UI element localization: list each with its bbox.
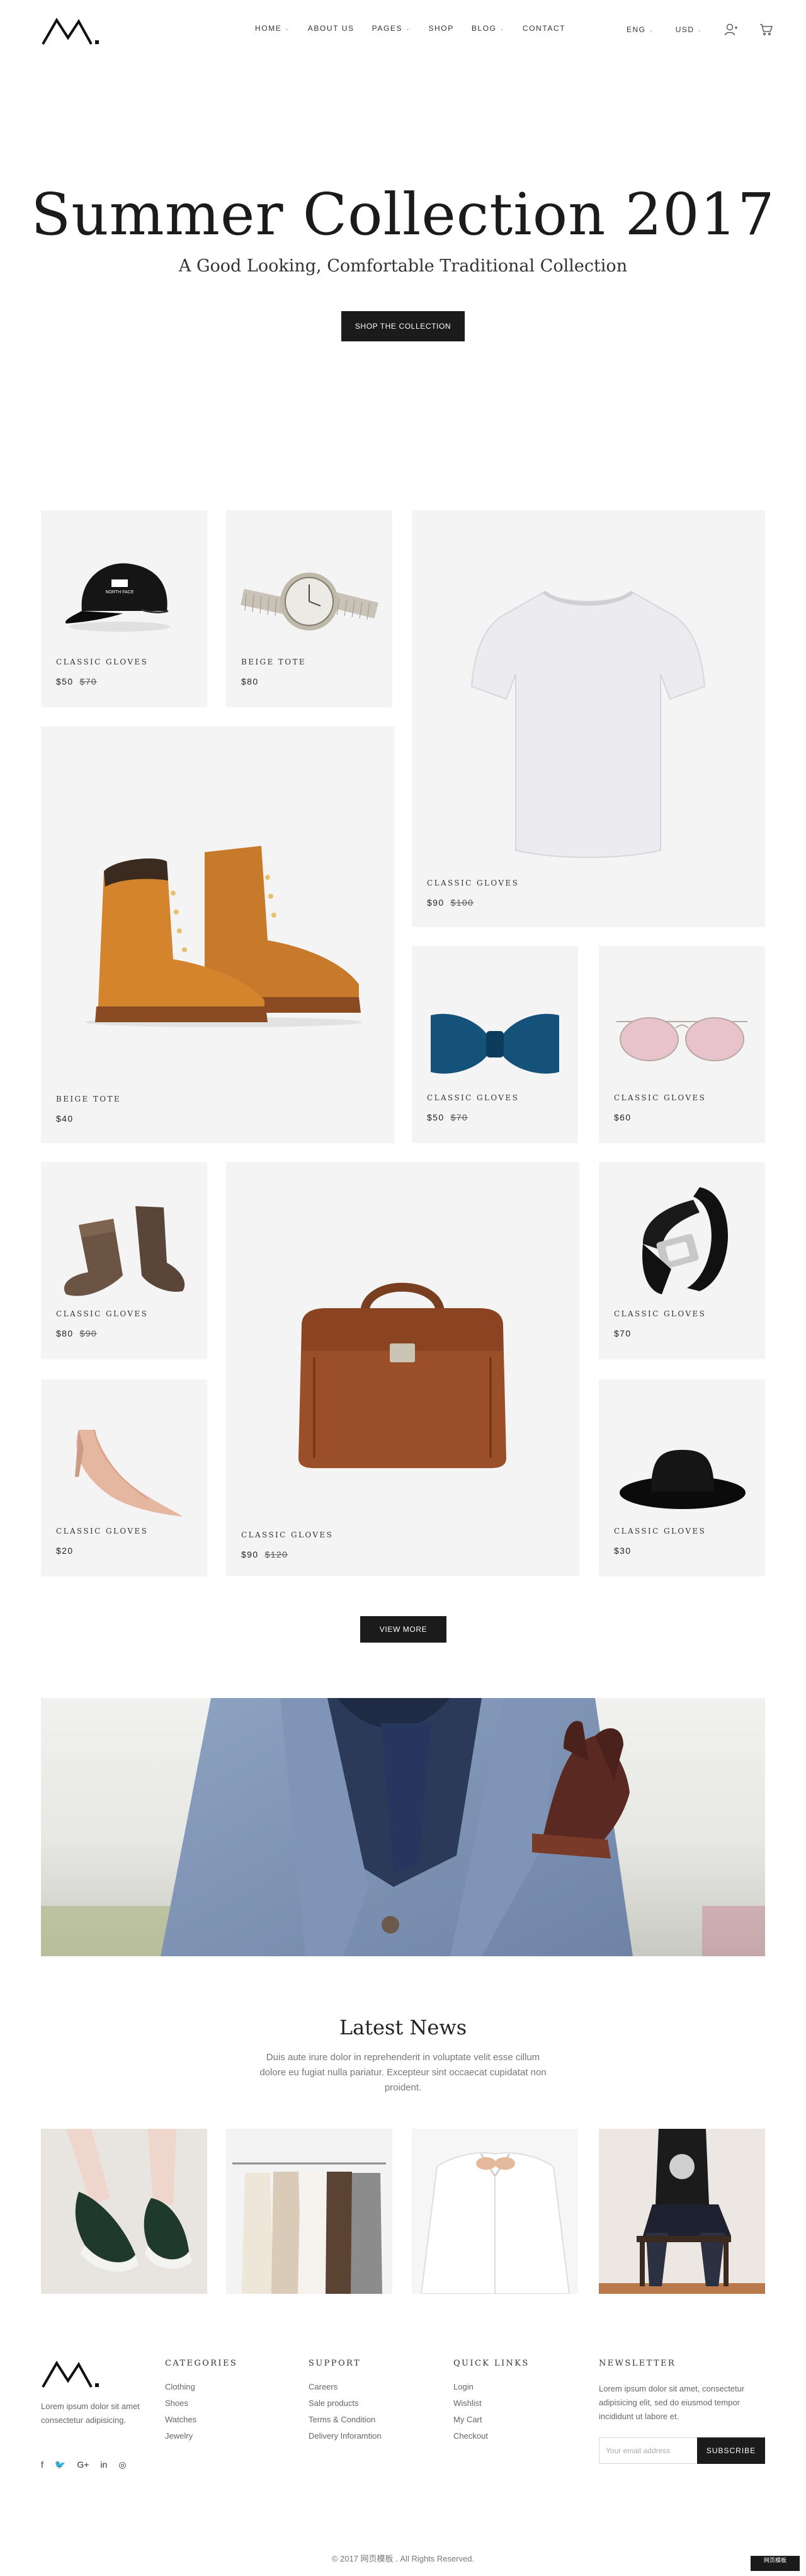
nav-item-home[interactable]: HOME ⌄ (255, 24, 290, 33)
footer-link[interactable]: Checkout (453, 2431, 530, 2441)
logo-mountain-icon[interactable] (41, 14, 101, 47)
footer-categories: CATEGORIES Clothing Shoes Watches Jewelr… (165, 2359, 237, 2448)
twitter-icon[interactable]: 🐦 (55, 2459, 65, 2470)
product-card[interactable]: CLASSIC GLOVES $50 $70 (412, 946, 578, 1143)
footer-link[interactable]: Shoes (165, 2398, 237, 2408)
footer-link[interactable]: Careers (309, 2382, 382, 2391)
news-image-white-shirt[interactable] (412, 2129, 578, 2294)
fashion-banner-image (41, 1698, 765, 1956)
latest-news-text: Duis aute irure dolor in reprehenderit i… (259, 2052, 547, 2093)
chevron-down-icon: ⌄ (406, 25, 411, 31)
footer-link[interactable]: Sale products (309, 2398, 382, 2408)
footer-link[interactable]: Delivery Inforamtion (309, 2431, 382, 2441)
nav-item-shop[interactable]: SHOP (428, 24, 453, 33)
tshirt-image (470, 590, 706, 858)
product-card[interactable]: CLASSIC GLOVES $90 $120 (226, 1162, 579, 1576)
footer-heading: SUPPORT (309, 2359, 361, 2368)
nav-item-blog[interactable]: BLOG ⌄ (472, 24, 505, 33)
footer-quick-links: QUICK LINKS Login Wishlist My Cart Check… (453, 2359, 530, 2448)
subscribe-form: SUBSCRIBE (599, 2437, 769, 2464)
shop-collection-button[interactable]: SHOP THE COLLECTION (341, 311, 465, 342)
footer-heading: NEWSLETTER (599, 2359, 676, 2368)
footer-link[interactable]: My Cart (453, 2415, 530, 2424)
view-more-button[interactable]: VIEW MORE (360, 1616, 446, 1643)
nav-item-about-us[interactable]: ABOUT US (308, 24, 355, 33)
product-card[interactable]: CLASSIC GLOVES $70 (599, 1162, 765, 1359)
bowtie-image (431, 1013, 559, 1074)
footer-link[interactable]: Clothing (165, 2382, 237, 2391)
product-card[interactable]: BEIGE TOTE $40 (41, 726, 394, 1143)
footer-heading: QUICK LINKS (453, 2359, 530, 2368)
sunglasses-image (616, 1017, 747, 1061)
footer-newsletter: NEWSLETTER Lorem ipsum dolor sit amet, c… (599, 2359, 769, 2464)
footer-link[interactable]: Terms & Condition (309, 2415, 382, 2424)
hero-subtitle: A Good Looking, Comfortable Traditional … (178, 256, 628, 276)
product-card[interactable]: CLASSIC GLOVES $60 (599, 946, 765, 1143)
footer-link[interactable]: Wishlist (453, 2398, 530, 2408)
google-plus-icon[interactable]: G+ (77, 2459, 89, 2470)
product-card[interactable]: NORTH FACE CLASSIC GLOVES $50 $70 (41, 510, 207, 707)
chevron-down-icon: ⌄ (697, 26, 703, 33)
nav-item-pages[interactable]: PAGES ⌄ (372, 24, 411, 33)
nav-item-contact[interactable]: CONTACT (523, 24, 565, 33)
instagram-icon[interactable]: ◎ (118, 2459, 126, 2470)
hat-image (620, 1450, 746, 1509)
boots-image (85, 846, 362, 1027)
cap-image: NORTH FACE (65, 563, 170, 632)
chevron-down-icon: ⌄ (649, 26, 654, 33)
linkedin-icon[interactable]: in (100, 2459, 107, 2470)
latest-news-title: Latest News (339, 2015, 467, 2039)
newsletter-text: Lorem ipsum dolor sit amet, consectetur … (599, 2384, 745, 2421)
product-card[interactable]: BEIGE TOTE $80 (226, 510, 392, 707)
social-links: f 🐦 G+ in ◎ (41, 2459, 127, 2470)
watch-image (241, 573, 378, 630)
socks-image (64, 1206, 185, 1296)
user-add-icon[interactable] (724, 23, 738, 37)
cart-icon[interactable] (759, 23, 773, 37)
footer-link[interactable]: Watches (165, 2415, 237, 2424)
email-field[interactable] (599, 2437, 697, 2464)
footer-heading: CATEGORIES (165, 2359, 238, 2368)
footer-link[interactable]: Jewelry (165, 2431, 237, 2441)
footer-about-text: Lorem ipsum dolor sit amet consectetur a… (41, 2402, 140, 2425)
chevron-down-icon: ⌄ (499, 25, 505, 31)
svg-text:NORTH FACE: NORTH FACE (106, 590, 134, 595)
site-header: HOME ⌄ ABOUT US PAGES ⌄ SHOP BLOG ⌄ CONTACT… (0, 0, 806, 58)
footer-logo-icon[interactable] (41, 2357, 101, 2390)
heels-image (75, 1429, 183, 1517)
currency-select[interactable]: USD ⌄ (676, 25, 703, 34)
hero-title: Summer Collection 2017 (31, 181, 775, 248)
language-select[interactable]: ENG ⌄ (627, 25, 654, 34)
product-card[interactable]: CLASSIC GLOVES $90 $100 (412, 510, 765, 927)
belt-image (642, 1187, 728, 1294)
news-image-clothes-rack[interactable] (226, 2129, 392, 2294)
footer-support: SUPPORT Careers Sale products Terms & Co… (309, 2359, 382, 2448)
watermark-logo: 网页模板 (751, 2556, 800, 2571)
chevron-down-icon: ⌄ (285, 25, 290, 31)
news-image-sneakers[interactable] (41, 2129, 207, 2294)
hero-section: Summer Collection 2017 A Good Looking, C… (0, 181, 806, 342)
footer-link[interactable]: Login (453, 2382, 530, 2391)
header-tools: ENG ⌄ USD ⌄ (627, 23, 773, 37)
copyright-text: © 2017 网页模板 . All Rights Reserved. (331, 2554, 475, 2563)
news-image-woman-seated[interactable] (599, 2129, 765, 2294)
product-card[interactable]: CLASSIC GLOVES $80 $90 (41, 1162, 207, 1359)
product-card[interactable]: CLASSIC GLOVES $20 (41, 1379, 207, 1576)
facebook-icon[interactable]: f (41, 2459, 43, 2470)
product-card[interactable]: CLASSIC GLOVES $30 (599, 1379, 765, 1576)
subscribe-button[interactable]: SUBSCRIBE (697, 2437, 765, 2464)
briefcase-image (298, 1282, 506, 1468)
main-nav: HOME ⌄ ABOUT US PAGES ⌄ SHOP BLOG ⌄ CONTACT (255, 24, 565, 33)
